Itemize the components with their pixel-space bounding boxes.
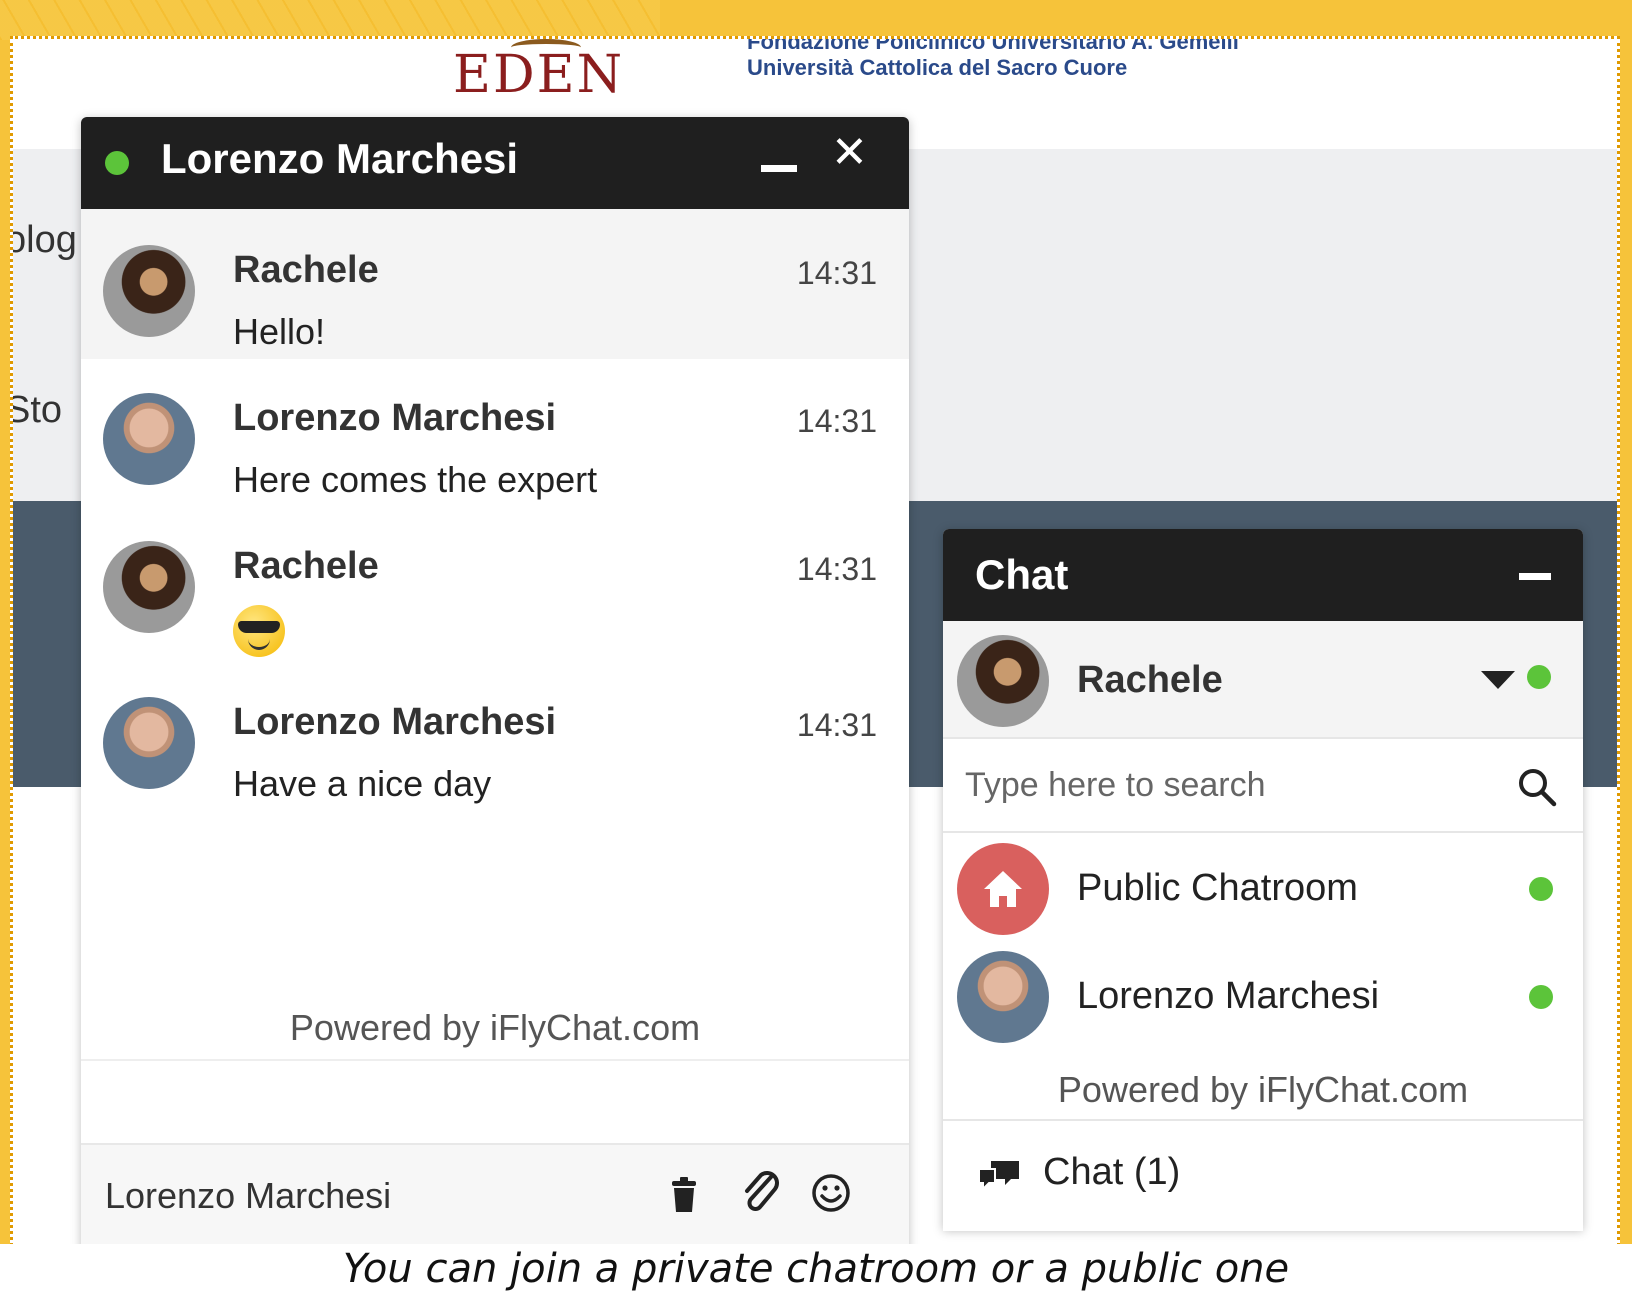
minimize-button[interactable]: [761, 137, 797, 183]
university-name: Università Cattolica del Sacro Cuore: [747, 55, 1128, 80]
message-item: Lorenzo Marchesi 14:31 Here comes the ex…: [81, 357, 909, 507]
message-time: 14:31: [796, 255, 877, 291]
powered-by-label[interactable]: Powered by iFlyChat.com: [943, 1069, 1583, 1111]
message-time: 14:31: [796, 403, 877, 439]
chat-panel-title: Chat: [975, 551, 1069, 598]
chat-panel-footer[interactable]: Chat (1): [943, 1119, 1583, 1231]
contact-public-chatroom[interactable]: Public Chatroom: [943, 835, 1583, 943]
footer-user-name: Lorenzo Marchesi: [105, 1175, 392, 1216]
powered-by-label[interactable]: Powered by iFlyChat.com: [81, 1007, 909, 1049]
public-room-avatar: [957, 843, 1049, 935]
message-item: Lorenzo Marchesi 14:31 Have a nice day: [81, 661, 909, 811]
message-sender: Rachele: [233, 249, 379, 291]
message-sender: Lorenzo Marchesi: [233, 701, 557, 743]
paperclip-icon[interactable]: [741, 1171, 781, 1215]
message-text: Have a nice day: [233, 763, 492, 804]
avatar[interactable]: [103, 393, 195, 485]
conversation-title: Lorenzo Marchesi: [161, 135, 519, 182]
contact-lorenzo-marchesi[interactable]: Lorenzo Marchesi: [943, 943, 1583, 1051]
search-bar: [943, 737, 1583, 833]
conversation-window: Lorenzo Marchesi ✕ Rachele 14:31 Hello! …: [81, 117, 909, 1255]
online-status-icon: [1527, 665, 1551, 689]
chat-panel: Chat Rachele Public Chatroom: [943, 529, 1583, 1231]
close-button[interactable]: ✕: [831, 127, 868, 178]
slide-caption: You can join a private chatroom or a pub…: [0, 1244, 1632, 1294]
avatar: [957, 951, 1049, 1043]
smiley-icon[interactable]: [811, 1173, 851, 1213]
screenshot-frame: EDEN Fondazione Policlinico Universitari…: [10, 36, 1620, 1258]
message-text: Here comes the expert: [233, 459, 598, 500]
current-user-name: Rachele: [1077, 659, 1223, 701]
message-sender: Lorenzo Marchesi: [233, 397, 557, 439]
message-item: Rachele 14:31 Hello!: [81, 209, 909, 359]
search-icon[interactable]: [1517, 767, 1557, 807]
search-input[interactable]: [963, 753, 1487, 817]
conversation-footer: Lorenzo Marchesi: [81, 1143, 909, 1255]
message-text: Hello!: [233, 311, 326, 352]
background-hatch-pattern: [0, 0, 660, 40]
avatar: [957, 635, 1049, 727]
avatar[interactable]: [103, 541, 195, 633]
chat-bubbles-icon: [978, 1161, 1019, 1192]
current-user-row[interactable]: Rachele: [943, 621, 1583, 737]
message-sender: Rachele: [233, 545, 379, 587]
message-input[interactable]: [81, 1059, 909, 1145]
minimize-button[interactable]: [1519, 573, 1551, 580]
nav-fragment-1: olog: [10, 219, 77, 261]
home-icon: [984, 871, 1022, 907]
message-item: Rachele 14:31: [81, 505, 909, 657]
eden-logo: EDEN: [453, 39, 625, 105]
contact-name: Lorenzo Marchesi: [1077, 975, 1380, 1017]
message-time: 14:31: [796, 707, 877, 743]
nav-fragment-2: Sto: [10, 389, 63, 431]
sunglasses-emoji-icon: [233, 605, 285, 657]
institution-name: Fondazione Policlinico Universitario A. …: [747, 36, 1239, 54]
avatar[interactable]: [103, 697, 195, 789]
message-time: 14:31: [796, 551, 877, 587]
contact-name: Public Chatroom: [1077, 867, 1358, 909]
trash-icon[interactable]: [671, 1177, 697, 1213]
online-status-icon: [105, 151, 129, 175]
dropdown-caret-icon[interactable]: [1481, 671, 1515, 689]
avatar[interactable]: [103, 245, 195, 337]
chat-count-label: Chat (1): [1043, 1151, 1181, 1193]
online-status-icon: [1529, 877, 1553, 901]
conversation-header[interactable]: Lorenzo Marchesi ✕: [81, 117, 909, 209]
chat-panel-header[interactable]: Chat: [943, 529, 1583, 621]
online-status-icon: [1529, 985, 1553, 1009]
